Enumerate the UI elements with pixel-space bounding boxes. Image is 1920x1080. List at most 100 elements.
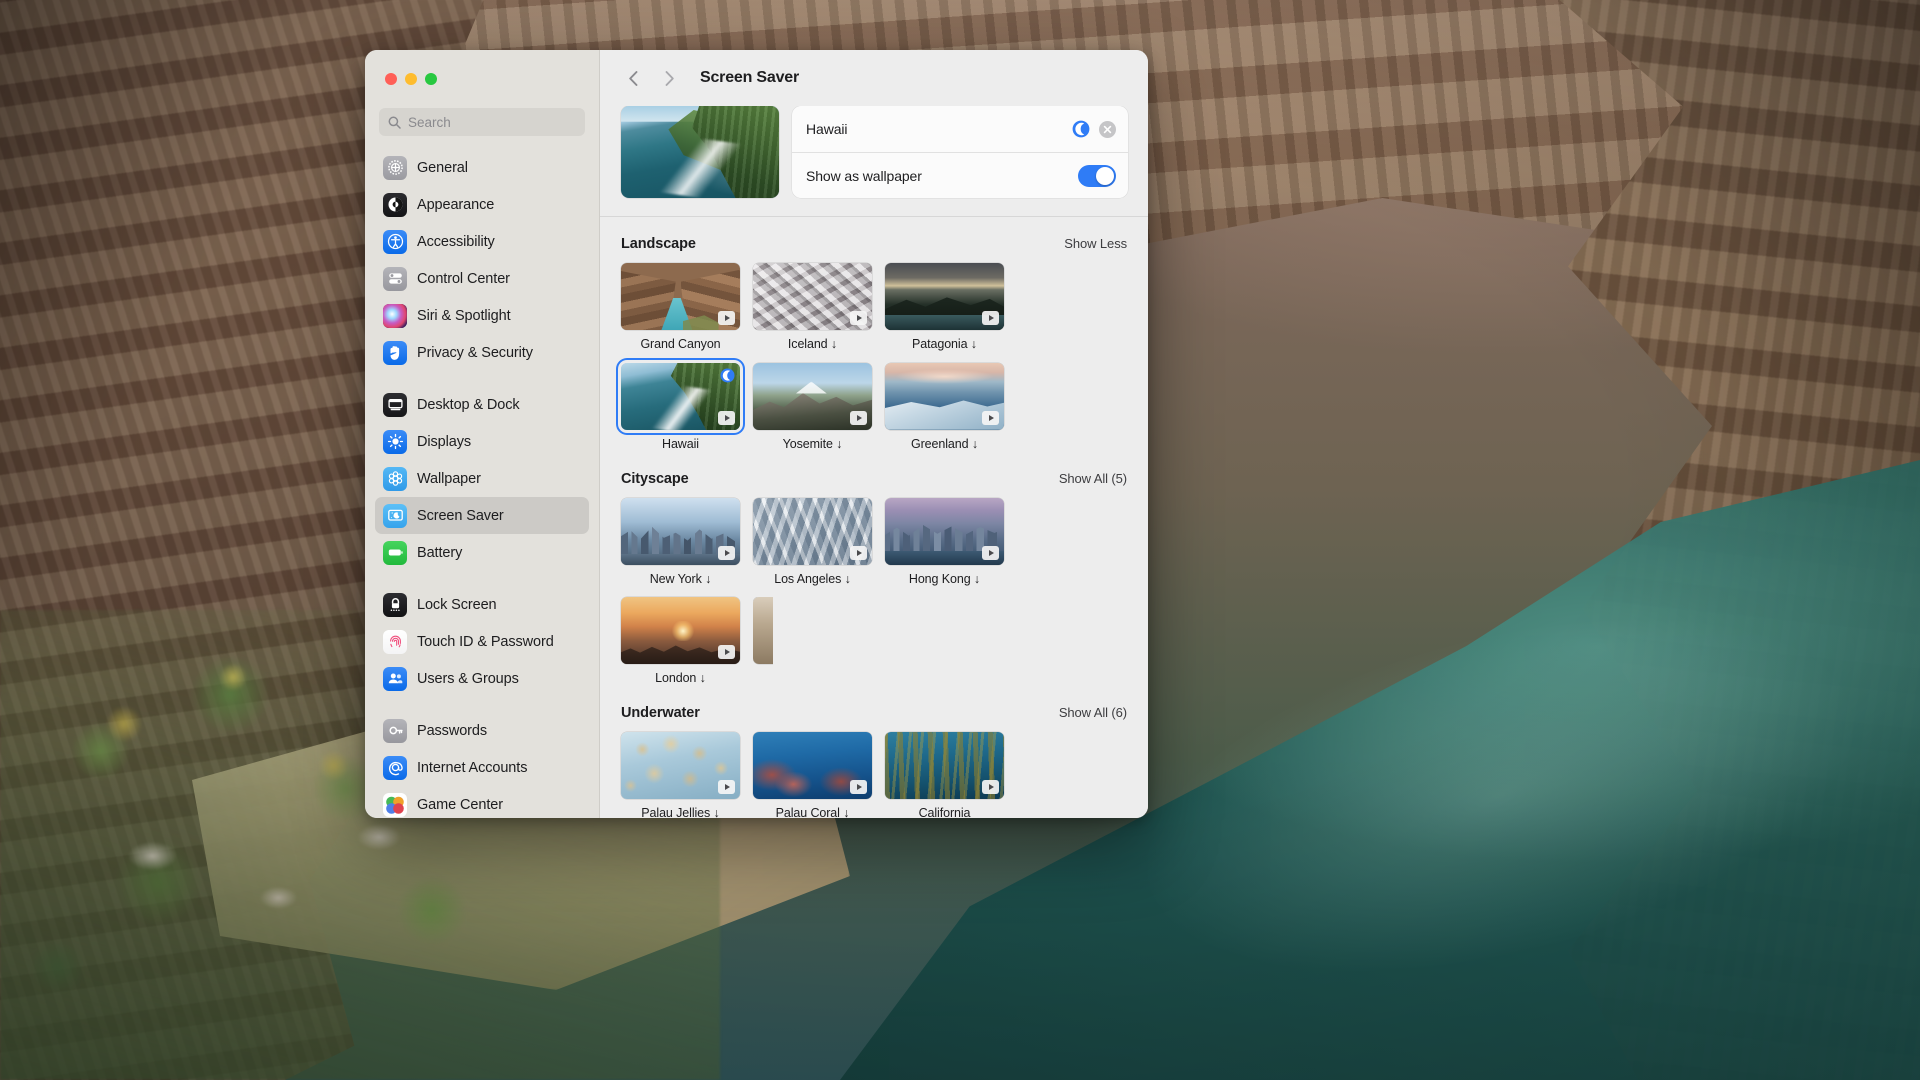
sidebar-item-general[interactable]: General (375, 149, 589, 186)
play-preview-button[interactable] (718, 546, 735, 560)
tile-label: Iceland ↓ (753, 337, 872, 352)
sidebar-item-touch-id-password[interactable]: Touch ID & Password (375, 623, 589, 660)
current-screen-saver-name: Hawaii (806, 121, 1072, 137)
play-icon (725, 315, 730, 321)
play-preview-button[interactable] (718, 311, 735, 325)
section-header: Underwater Show All (6) (621, 686, 1127, 732)
play-preview-button[interactable] (982, 411, 999, 425)
screen-saver-tile[interactable]: Grand Canyon (621, 263, 740, 352)
sidebar-item-desktop-dock[interactable]: Desktop & Dock (375, 386, 589, 423)
sidebar-item-appearance[interactable]: Appearance (375, 186, 589, 223)
sidebar-item-battery[interactable]: Battery (375, 534, 589, 571)
settings-scroll-area[interactable]: Hawaii (600, 106, 1148, 818)
siri-icon (383, 304, 407, 328)
screen-saver-tile[interactable]: Los Angeles ↓ (753, 498, 872, 587)
sidebar-item-label: Appearance (417, 197, 494, 213)
tile-thumbnail[interactable] (753, 597, 773, 664)
tile-thumbnail[interactable] (621, 732, 740, 799)
play-preview-button[interactable] (982, 311, 999, 325)
screen-saver-tile-partial[interactable] (753, 597, 773, 686)
sidebar-item-screen-saver[interactable]: Screen Saver (375, 497, 589, 534)
back-button[interactable] (618, 63, 648, 93)
users-groups-icon (383, 667, 407, 691)
sidebar-item-passwords[interactable]: Passwords (375, 712, 589, 749)
privacy-icon (383, 341, 407, 365)
system-settings-window: Search General Appearance AccessibilityCon… (365, 50, 1148, 818)
play-icon (989, 415, 994, 421)
tile-thumbnail[interactable] (753, 263, 872, 330)
play-preview-button[interactable] (850, 546, 867, 560)
sidebar-item-internet-accounts[interactable]: Internet Accounts (375, 749, 589, 786)
tile-label: Palau Coral ↓ (753, 806, 872, 818)
play-preview-button[interactable] (982, 546, 999, 560)
sidebar-item-control-center[interactable]: Control Center (375, 260, 589, 297)
play-icon (989, 550, 994, 556)
screen-saver-tile[interactable]: Palau Coral ↓ (753, 732, 872, 818)
preview-controls: Hawaii (792, 106, 1128, 198)
sidebar-item-displays[interactable]: Displays (375, 423, 589, 460)
tile-thumbnail[interactable] (753, 498, 872, 565)
remove-screen-saver-button[interactable] (1099, 121, 1116, 138)
show-as-wallpaper-toggle[interactable] (1078, 165, 1116, 187)
tile-thumbnail[interactable] (753, 732, 872, 799)
section-show-toggle[interactable]: Show All (5) (1059, 471, 1127, 486)
tile-thumbnail[interactable] (885, 263, 1004, 330)
forward-button[interactable] (654, 63, 684, 93)
sidebar-item-game-center[interactable]: Game Center (375, 786, 589, 818)
screen-saver-tile[interactable]: Hawaii (621, 363, 740, 452)
screen-saver-preview[interactable] (621, 106, 779, 198)
screen-saver-tile[interactable]: Greenland ↓ (885, 363, 1004, 452)
tile-label: Grand Canyon (621, 337, 740, 352)
tile-thumbnail[interactable] (885, 363, 1004, 430)
play-icon (725, 415, 730, 421)
minimize-button[interactable] (405, 73, 417, 85)
screen-saver-tile[interactable]: Hong Kong ↓ (885, 498, 1004, 587)
screen-saver-tile[interactable]: Palau Jellies ↓ (621, 732, 740, 818)
sidebar-item-privacy-security[interactable]: Privacy & Security (375, 334, 589, 371)
displays-icon (383, 430, 407, 454)
screen-saver-tile[interactable]: London ↓ (621, 597, 740, 686)
lock-icon (383, 593, 407, 617)
section-show-toggle[interactable]: Show All (6) (1059, 705, 1127, 720)
control-center-icon (383, 267, 407, 291)
play-preview-button[interactable] (718, 645, 735, 659)
screen-saver-tile[interactable]: Iceland ↓ (753, 263, 872, 352)
sidebar-item-label: Privacy & Security (417, 345, 533, 361)
sidebar-item-siri-spotlight[interactable]: Siri & Spotlight (375, 297, 589, 334)
close-button[interactable] (385, 73, 397, 85)
sidebar-item-label: Lock Screen (417, 597, 497, 613)
play-preview-button[interactable] (850, 780, 867, 794)
thumbnail-grid: Palau Jellies ↓ Palau Coral ↓ CaliforniaKe… (621, 732, 1127, 818)
section-title: Underwater (621, 705, 700, 721)
screen-saver-tile[interactable]: New York ↓ (621, 498, 740, 587)
play-icon (857, 784, 862, 790)
zoom-button[interactable] (425, 73, 437, 85)
sidebar-item-label: Battery (417, 545, 462, 561)
tile-label: Yosemite ↓ (753, 437, 872, 452)
tile-thumbnail[interactable] (753, 363, 872, 430)
play-preview-button[interactable] (718, 411, 735, 425)
sidebar-item-label: Passwords (417, 723, 487, 739)
window-controls (365, 50, 599, 108)
section-underwater: UnderwaterShow All (6)Palau Jellies ↓Pal… (600, 686, 1148, 818)
sidebar-item-accessibility[interactable]: Accessibility (375, 223, 589, 260)
sidebar-item-wallpaper[interactable]: Wallpaper (375, 460, 589, 497)
screen-saver-tile[interactable]: CaliforniaKelp Forest ↓ (885, 732, 1004, 818)
play-preview-button[interactable] (718, 780, 735, 794)
play-preview-button[interactable] (850, 311, 867, 325)
screen-saver-sections: LandscapeShow LessGrand CanyonIceland ↓P… (600, 217, 1148, 818)
tile-thumbnail[interactable] (621, 597, 740, 664)
tile-thumbnail[interactable] (885, 498, 1004, 565)
screen-saver-tile[interactable]: Yosemite ↓ (753, 363, 872, 452)
search-input[interactable]: Search (379, 108, 585, 136)
sidebar-item-users-groups[interactable]: Users & Groups (375, 660, 589, 697)
tile-thumbnail[interactable] (621, 498, 740, 565)
play-preview-button[interactable] (850, 411, 867, 425)
tile-thumbnail[interactable] (885, 732, 1004, 799)
tile-thumbnail[interactable] (621, 263, 740, 330)
section-show-toggle[interactable]: Show Less (1064, 236, 1127, 251)
sidebar-item-lock-screen[interactable]: Lock Screen (375, 586, 589, 623)
screen-saver-tile[interactable]: Patagonia ↓ (885, 263, 1004, 352)
tile-thumbnail[interactable] (621, 363, 740, 430)
play-preview-button[interactable] (982, 780, 999, 794)
